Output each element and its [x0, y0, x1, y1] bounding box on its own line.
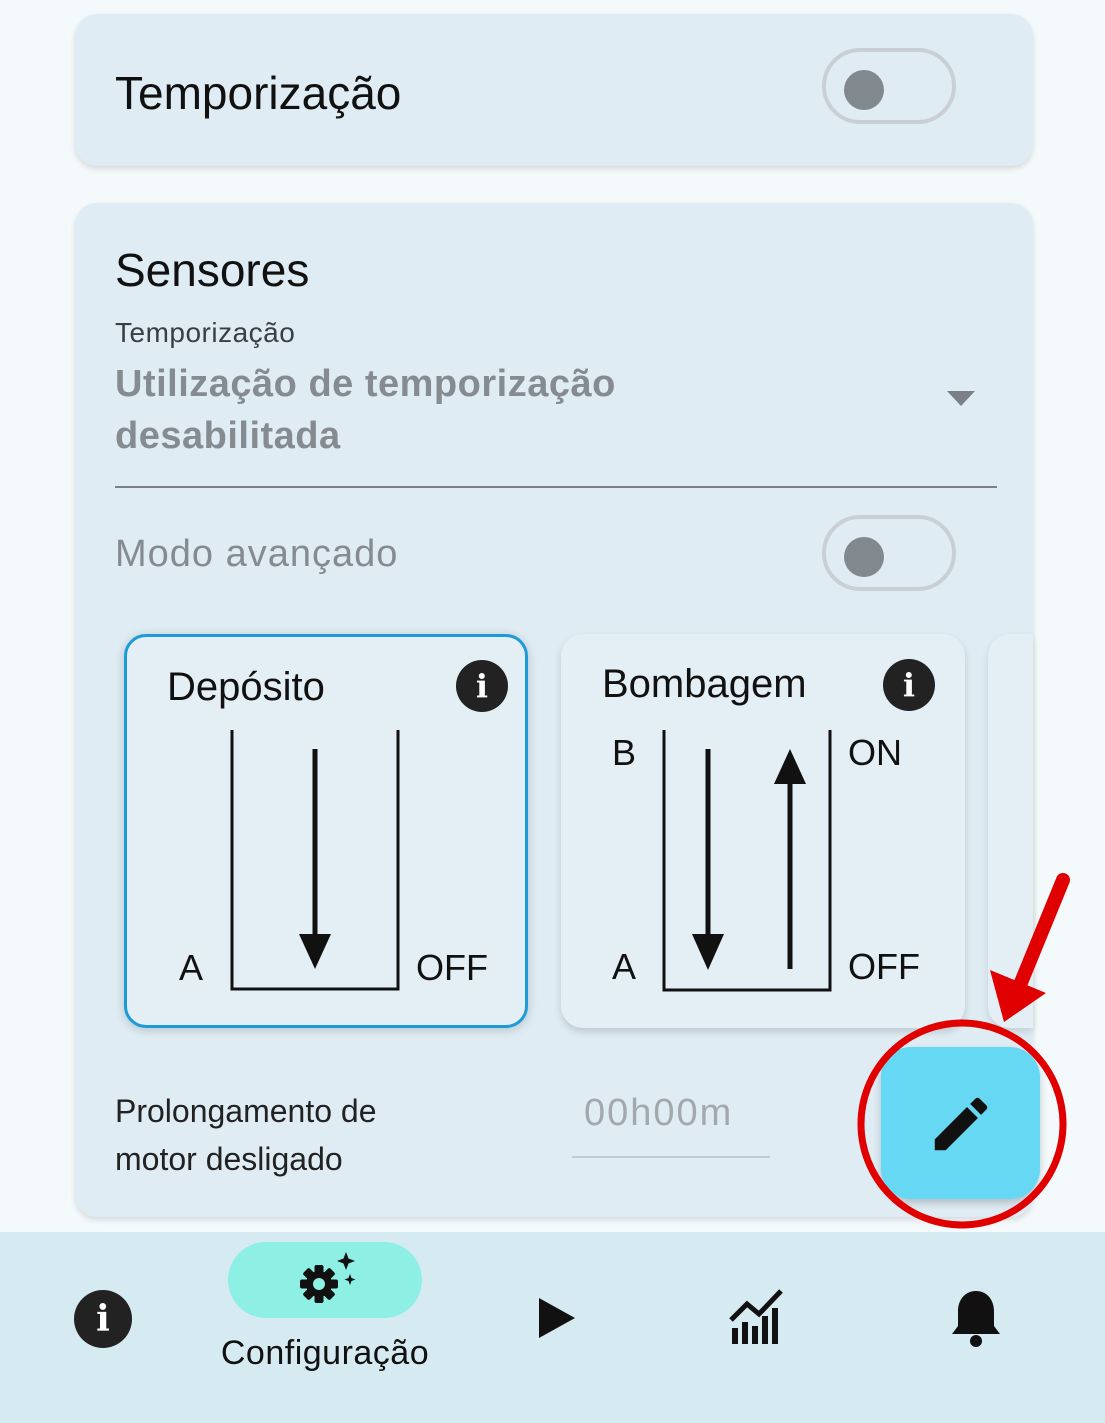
info-icon: i [74, 1290, 132, 1348]
bottom-navigation: i Configuração [0, 1232, 1105, 1423]
edit-fab[interactable] [881, 1047, 1040, 1199]
dropdown-arrow-icon [947, 391, 975, 406]
nav-item-configuracao[interactable]: Configuração [205, 1242, 445, 1392]
advanced-mode-label: Modo avançado [115, 533, 399, 575]
settings-sparkle-icon [300, 1252, 356, 1303]
pencil-icon [934, 1097, 988, 1151]
extension-time-placeholder: 00h00m [584, 1092, 734, 1134]
label-on: ON [848, 732, 902, 773]
label-b: B [612, 732, 637, 773]
timing-select[interactable]: Temporização Utilização de temporização … [115, 313, 997, 488]
timing-select-value-line1: Utilização de temporização [115, 363, 616, 405]
diagram-card-partial[interactable] [988, 634, 1033, 1028]
label-a: A [179, 947, 204, 988]
nav-label-configuracao: Configuração [220, 1334, 430, 1372]
diagram-card-deposito[interactable]: Depósito i A OFF [124, 634, 528, 1028]
extension-time-input[interactable]: 00h00m [572, 1088, 770, 1158]
bell-icon[interactable] [949, 1288, 1003, 1348]
toggle-knob [844, 537, 884, 577]
nav-item-info[interactable]: i [74, 1290, 132, 1348]
sensors-title: Sensores [115, 244, 310, 296]
timing-select-value-line2: desabilitada [115, 415, 341, 457]
advanced-mode-toggle[interactable] [822, 515, 956, 591]
extension-label-line2: motor desligado [115, 1141, 343, 1177]
label-a: A [612, 946, 637, 987]
extension-label-line1: Prolongamento de [115, 1093, 377, 1129]
label-off: OFF [848, 946, 920, 987]
timing-select-label: Temporização [115, 317, 296, 348]
label-off: OFF [416, 947, 488, 988]
diagram-card-bombagem[interactable]: Bombagem i B ON A OFF [561, 634, 965, 1028]
chart-icon[interactable] [728, 1288, 786, 1346]
play-icon[interactable] [537, 1296, 577, 1340]
timing-card: Temporização [75, 14, 1033, 166]
toggle-knob [844, 70, 884, 110]
timing-title: Temporização [115, 67, 402, 119]
timing-toggle[interactable] [822, 48, 956, 124]
